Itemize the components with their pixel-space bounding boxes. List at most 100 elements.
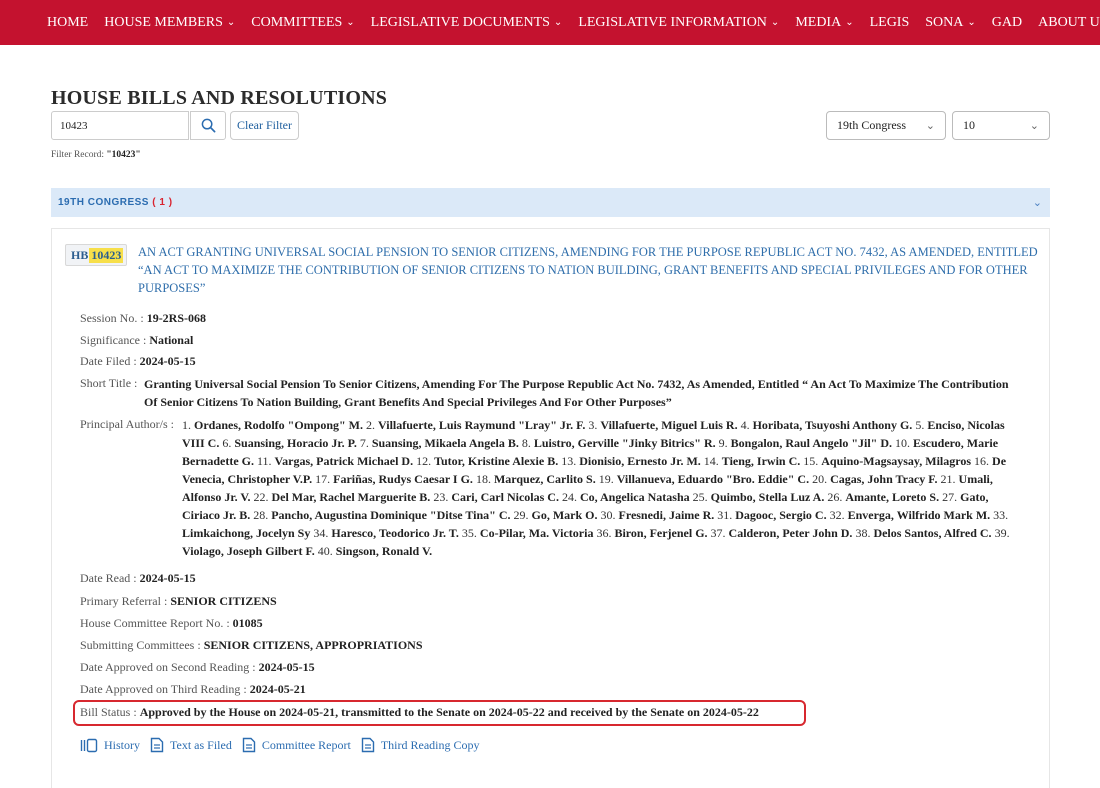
search-input[interactable] bbox=[51, 111, 189, 140]
bill-number: 10423 bbox=[89, 247, 124, 263]
committee-report-value: 01085 bbox=[232, 616, 263, 630]
bill-status: Bill Status : Approved by the House on 2… bbox=[80, 704, 759, 721]
author-name: Co, Angelica Natasha bbox=[579, 490, 690, 504]
submitting-label: Submitting Committees : bbox=[80, 638, 204, 652]
nav-item-gad[interactable]: GAD bbox=[992, 15, 1022, 31]
author-number: 17. bbox=[315, 472, 334, 486]
page-size-select[interactable]: 10 ⌄ bbox=[952, 111, 1050, 140]
congress-select-value: 19th Congress bbox=[837, 118, 906, 132]
author-number: 16. bbox=[974, 454, 993, 468]
author-number: 21. bbox=[940, 472, 959, 486]
author-name: Violago, Joseph Gilbert F. bbox=[182, 544, 315, 558]
submitting-committees: Submitting Committees : SENIOR CITIZENS,… bbox=[80, 637, 423, 654]
third-reading-value: 2024-05-21 bbox=[249, 682, 306, 696]
author-name: Biron, Ferjenel G. bbox=[614, 526, 708, 540]
author-number: 12. bbox=[416, 454, 435, 468]
authors-label: Principal Author/s : bbox=[80, 417, 174, 431]
congress-accordion-header[interactable]: 19TH CONGRESS ( 1 ) ⌄ bbox=[51, 188, 1050, 217]
author-name: Cari, Carl Nicolas C. bbox=[451, 490, 559, 504]
chevron-down-icon: ⌄ bbox=[1029, 120, 1039, 132]
author-name: Marquez, Carlito S. bbox=[493, 472, 596, 486]
nav-item-house-members[interactable]: HOUSE MEMBERS ⌄ bbox=[104, 15, 235, 31]
author-name: Luistro, Gerville "Jinky Bitrics" R. bbox=[533, 436, 716, 450]
author-name: Limkaichong, Jocelyn Sy bbox=[182, 526, 311, 540]
author-name: Pancho, Augustina Dominique "Ditse Tina"… bbox=[271, 508, 511, 522]
third-reading-copy-link[interactable]: Third Reading Copy bbox=[361, 737, 479, 753]
clear-filter-button[interactable]: Clear Filter bbox=[230, 111, 299, 140]
search-button[interactable] bbox=[190, 111, 226, 140]
author-number: 23. bbox=[433, 490, 452, 504]
nav-item-label: LEGIS bbox=[869, 14, 910, 30]
author-number: 18. bbox=[475, 472, 494, 486]
author-name: Aquino-Magsaysay, Milagros bbox=[821, 454, 972, 468]
nav-item-legislative-information[interactable]: LEGISLATIVE INFORMATION ⌄ bbox=[578, 15, 779, 31]
committee-report-link[interactable]: Committee Report bbox=[242, 737, 351, 753]
history-link[interactable]: History bbox=[80, 738, 140, 753]
text-as-filed-link[interactable]: Text as Filed bbox=[150, 737, 232, 753]
author-number: 4. bbox=[740, 418, 753, 432]
author-number: 35. bbox=[461, 526, 480, 540]
bill-number-badge: HB 10423 bbox=[65, 244, 128, 266]
author-name: Bongalon, Raul Angelo "Jil" D. bbox=[730, 436, 892, 450]
author-name: Dagooc, Sergio C. bbox=[735, 508, 827, 522]
date-read-label: Date Read : bbox=[80, 571, 140, 585]
primary-referral-value: SENIOR CITIZENS bbox=[170, 594, 277, 608]
nav-item-sona[interactable]: SONA ⌄ bbox=[925, 15, 976, 31]
session-label: Session No. : bbox=[80, 311, 147, 325]
author-name: Haresco, Teodorico Jr. T. bbox=[331, 526, 459, 540]
author-number: 13. bbox=[561, 454, 580, 468]
primary-referral-label: Primary Referral : bbox=[80, 594, 171, 608]
congress-select[interactable]: 19th Congress ⌄ bbox=[826, 111, 946, 140]
author-name: Delos Santos, Alfred C. bbox=[873, 526, 992, 540]
author-name: Vargas, Patrick Michael D. bbox=[274, 454, 414, 468]
nav-item-label: COMMITTEES bbox=[251, 14, 343, 30]
author-number: 33. bbox=[993, 508, 1009, 522]
author-name: Villafuerte, Miguel Luis R. bbox=[600, 418, 738, 432]
nav-item-home[interactable]: HOME bbox=[47, 15, 88, 31]
author-name: Tutor, Kristine Alexie B. bbox=[434, 454, 559, 468]
text-as-filed-label: Text as Filed bbox=[170, 737, 232, 752]
author-number: 5. bbox=[915, 418, 928, 432]
author-name: Cagas, John Tracy F. bbox=[830, 472, 938, 486]
third-reading-label: Date Approved on Third Reading : bbox=[80, 682, 250, 696]
author-number: 28. bbox=[253, 508, 272, 522]
author-number: 27. bbox=[942, 490, 961, 504]
author-number: 20. bbox=[812, 472, 831, 486]
submitting-value: SENIOR CITIZENS, APPROPRIATIONS bbox=[203, 638, 423, 652]
author-number: 22. bbox=[253, 490, 272, 504]
author-number: 14. bbox=[703, 454, 722, 468]
chevron-down-icon: ⌄ bbox=[770, 17, 780, 28]
second-reading: Date Approved on Second Reading : 2024-0… bbox=[80, 659, 315, 676]
author-name: Villanueva, Eduardo "Bro. Eddie" C. bbox=[616, 472, 810, 486]
nav-item-label: HOUSE MEMBERS bbox=[104, 14, 223, 30]
author-number: 26. bbox=[827, 490, 846, 504]
author-name: Fresnedi, Jaime R. bbox=[618, 508, 715, 522]
chevron-down-icon: ⌄ bbox=[346, 17, 355, 28]
session-value: 19-2RS-068 bbox=[146, 311, 207, 325]
chevron-down-icon: ⌄ bbox=[845, 17, 854, 28]
chevron-down-icon: ⌄ bbox=[226, 17, 236, 28]
bill-status-value: Approved by the House on 2024-05-21, tra… bbox=[139, 705, 759, 719]
accordion-congress: 19TH CONGRESS bbox=[58, 197, 149, 208]
author-name: Ordanes, Rodolfo "Ompong" M. bbox=[194, 418, 364, 432]
chevron-down-icon: ⌄ bbox=[967, 17, 976, 28]
chevron-down-icon: ⌄ bbox=[925, 120, 935, 132]
bill-title-link[interactable]: AN ACT GRANTING UNIVERSAL SOCIAL PENSION… bbox=[138, 243, 1038, 297]
history-icon bbox=[80, 738, 98, 752]
author-name: Enverga, Wilfrido Mark M. bbox=[847, 508, 991, 522]
nav-item-legislative-documents[interactable]: LEGISLATIVE DOCUMENTS ⌄ bbox=[371, 15, 563, 31]
second-reading-value: 2024-05-15 bbox=[258, 660, 315, 674]
document-icon bbox=[361, 737, 375, 753]
date-read-value: 2024-05-15 bbox=[139, 571, 196, 585]
nav-item-media[interactable]: MEDIA ⌄ bbox=[795, 15, 853, 31]
nav-item-about-us[interactable]: ABOUT US⌄ bbox=[1038, 15, 1100, 31]
nav-item-label: LEGISLATIVE DOCUMENTS bbox=[370, 14, 550, 30]
nav-item-legis[interactable]: LEGIS bbox=[870, 15, 910, 31]
bill-prefix: HB bbox=[71, 247, 89, 262]
bill-status-label: Bill Status : bbox=[80, 705, 140, 719]
nav-item-committees[interactable]: COMMITTEES ⌄ bbox=[251, 15, 354, 31]
bill-links: History Text as Filed Committee Report T… bbox=[80, 737, 489, 753]
authors-list: 1. Ordanes, Rodolfo "Ompong" M. 2. Villa… bbox=[182, 416, 1027, 560]
author-number: 32. bbox=[829, 508, 848, 522]
author-number: 8. bbox=[521, 436, 534, 450]
